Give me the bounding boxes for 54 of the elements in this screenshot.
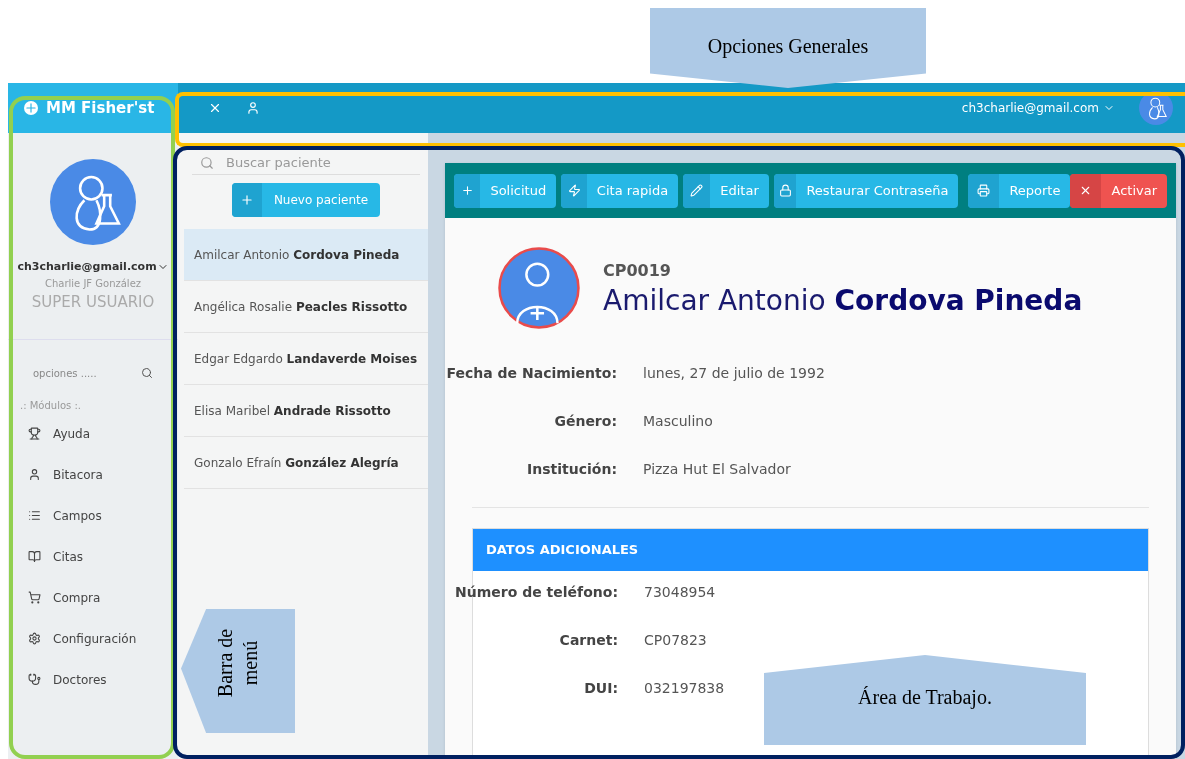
user-menu[interactable]: ch3charlie@gmail.com [17,259,169,276]
cart-icon [28,591,41,604]
book-icon [28,550,41,563]
field-label: Género: [553,412,617,431]
annotation-label: Opciones Generales [706,34,870,59]
avatar-icon [50,159,136,245]
patient-name: Amilcar Antonio Cordova Pineda [603,282,1083,318]
options-search-field[interactable]: opciones ..... [33,365,141,381]
sidebar-menu-item[interactable]: Configuración [8,618,178,659]
printer-icon [977,184,991,197]
user-icon [28,468,41,481]
search-icon [141,367,153,379]
field-label: Institución: [526,460,617,479]
sidebar-menu-item[interactable]: Citas [8,536,178,577]
search-icon [200,155,214,170]
sidebar-menu-item[interactable]: Campos [8,495,178,536]
brand-name: MM Fisher'st [46,97,155,119]
settings-icon [28,632,41,645]
field-value: lunes, 27 de julio de 1992 [642,364,825,383]
sidebar-menu-item[interactable]: Compra [8,577,178,618]
field-value: 032197838 [643,679,725,698]
field-value: Masculino [642,412,713,431]
sidebar-menu-item[interactable]: Doctores [8,659,178,700]
user-role: SUPER USUARIO [31,291,155,313]
avatar-icon [1139,91,1173,125]
bolt-icon [567,184,581,197]
field-label: Carnet: [558,631,618,650]
close-button[interactable] [208,101,222,115]
trophy-icon [28,427,41,440]
field-value: 73048954 [643,583,716,602]
stethoscope-icon [28,673,41,686]
avatar-icon [497,246,581,330]
sidebar-menu-item[interactable]: Ayuda [8,413,178,454]
patient-code: CP0019 [603,259,672,282]
sidebar-menu-item[interactable]: Bitacora [8,454,178,495]
field-label: Número de teléfono: [454,583,618,602]
annotation-label: Área de Trabajo. [857,685,993,710]
list-icon [28,509,41,522]
field-label: Fecha de Nacimiento: [445,364,617,383]
section-header: DATOS ADICIONALES [473,529,1148,571]
user-name: Charlie JF González [44,276,142,291]
user-button[interactable] [246,101,260,115]
lock-icon [778,184,792,197]
field-value: Pizza Hut El Salvador [642,460,791,479]
plus-icon [460,184,474,197]
section-heading: .: Módulos :. [19,399,81,413]
annotation-label: Barra de menú [213,628,262,698]
plus-icon [239,193,254,207]
pencil-icon [690,184,704,197]
patient-search-field[interactable]: Buscar paciente [226,152,412,173]
field-value: CP07823 [643,631,707,650]
plus-icon [24,101,38,115]
patient-list-item[interactable]: Amilcar Antonio Cordova Pineda [184,229,428,281]
field-label: DUI: [583,679,618,698]
